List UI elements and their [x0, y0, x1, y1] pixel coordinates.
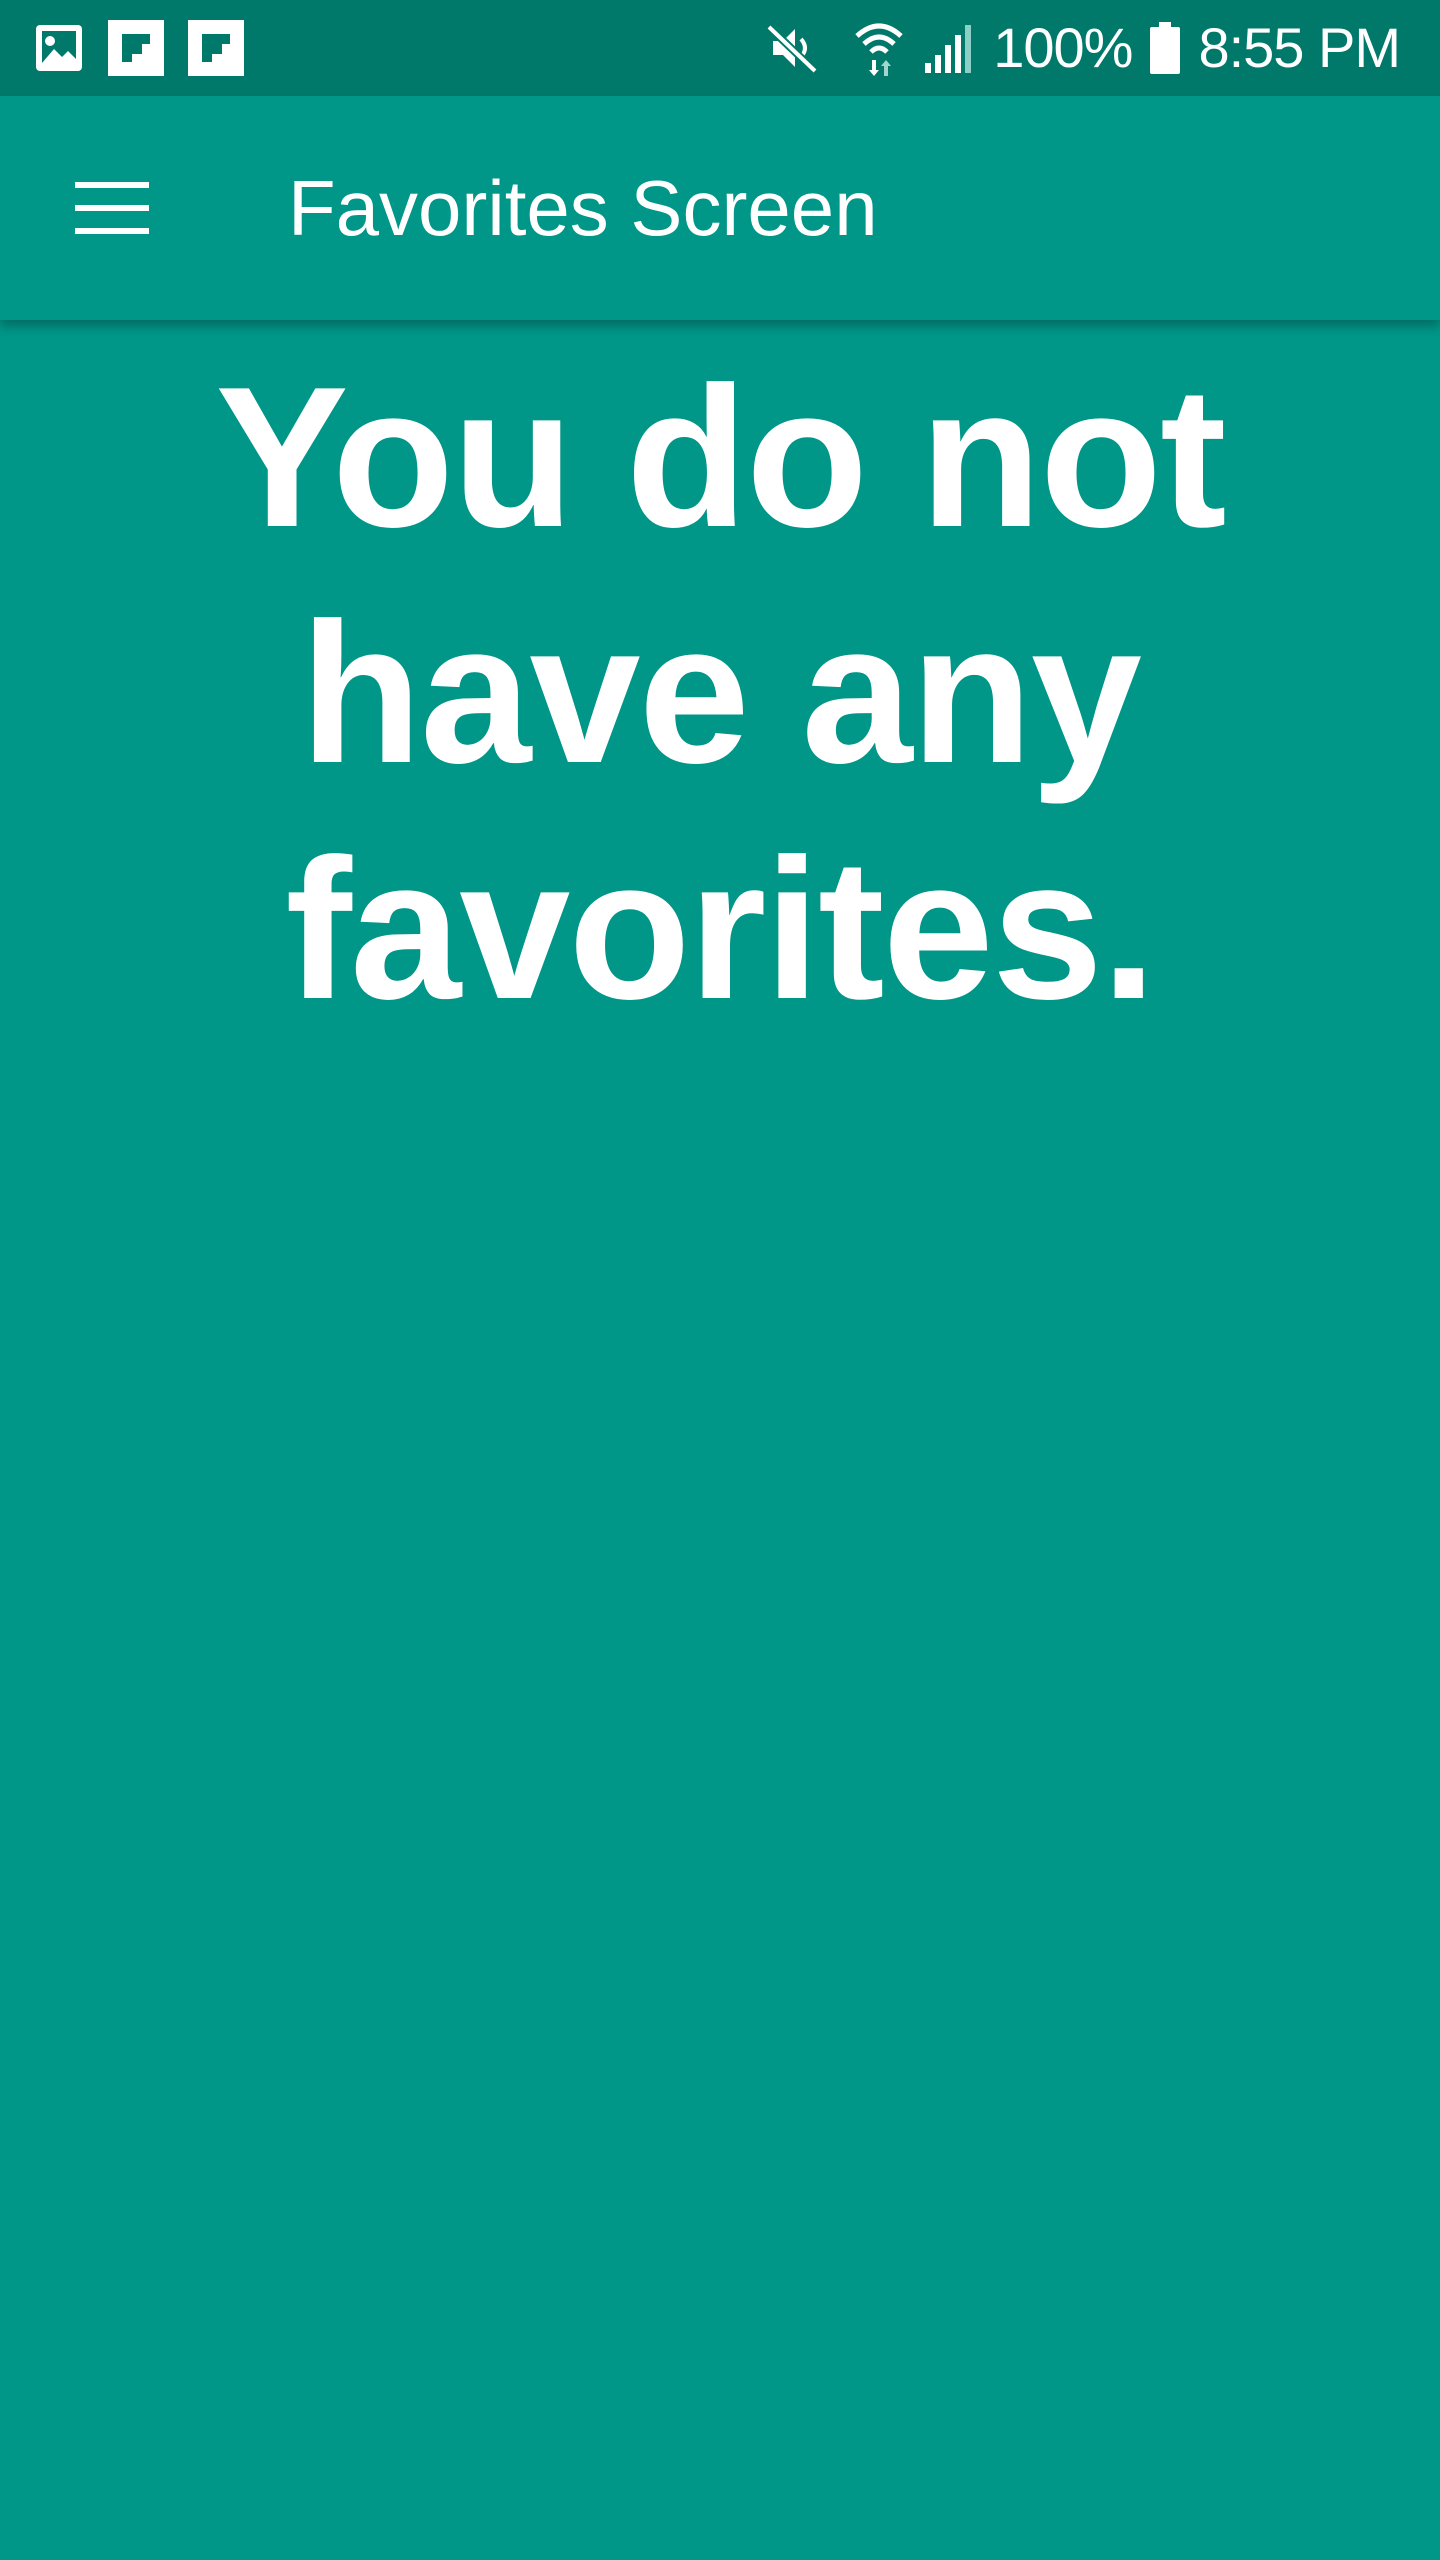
- app-bar: Favorites Screen: [0, 96, 1440, 320]
- navigation-menu-button[interactable]: [56, 156, 168, 260]
- flipboard-icon: [108, 20, 164, 76]
- wifi-icon: [855, 23, 903, 76]
- status-bar: 100% 8:55 PM: [0, 0, 1440, 96]
- battery-percentage: 100%: [993, 16, 1133, 79]
- favorites-content: You do not have any favorites.: [0, 320, 1440, 2560]
- system-status-icons: 100% 8:55 PM: [765, 0, 1401, 96]
- battery-icon: [1150, 22, 1181, 74]
- empty-favorites-message: You do not have any favorites.: [215, 346, 1226, 1041]
- signal-icon: [925, 25, 972, 73]
- page-title: Favorites Screen: [288, 163, 878, 252]
- flipboard-icon: [188, 20, 244, 76]
- hamburger-menu-icon: [75, 182, 149, 234]
- image-notification-icon: [36, 25, 82, 71]
- status-time: 8:55 PM: [1198, 16, 1401, 79]
- mute-icon: [766, 24, 818, 74]
- notification-icons: [34, 20, 244, 76]
